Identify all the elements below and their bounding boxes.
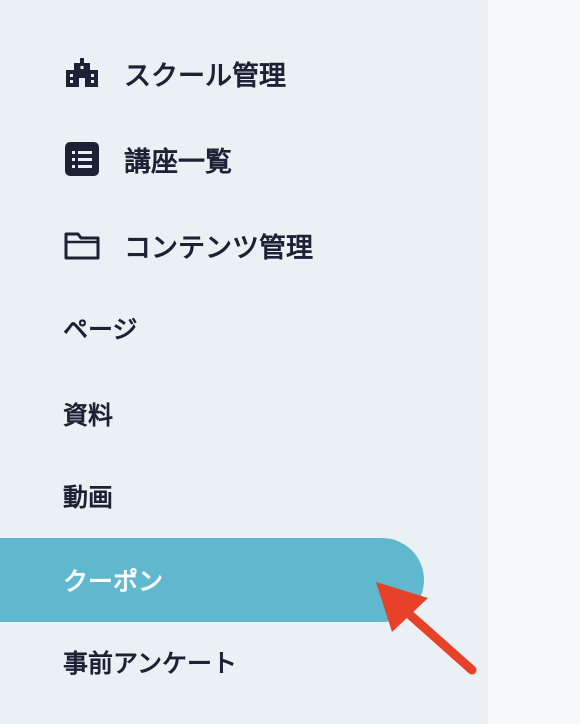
main-content-area [488, 0, 580, 724]
sidebar-item-label: 動画 [63, 483, 114, 512]
sidebar-item-videos[interactable]: 動画 [0, 466, 113, 526]
list-icon [64, 141, 100, 177]
sidebar-item-label: スクール管理 [124, 60, 286, 92]
sidebar-item-documents[interactable]: 資料 [0, 384, 113, 444]
sidebar-item-school-management[interactable]: スクール管理 [0, 43, 286, 103]
sidebar-item-page[interactable]: ページ [0, 298, 138, 358]
sidebar-item-label: コンテンツ管理 [124, 232, 313, 264]
sidebar-item-coupon[interactable]: クーポン [0, 538, 424, 622]
sidebar-item-content-management[interactable]: コンテンツ管理 [0, 215, 313, 275]
sidebar-item-label: 資料 [63, 401, 114, 430]
school-building-icon [64, 55, 100, 91]
sidebar-item-label: クーポン [63, 567, 164, 596]
sidebar-item-course-list[interactable]: 講座一覧 [0, 129, 232, 189]
sidebar-item-label: 講座一覧 [124, 146, 232, 178]
sidebar-item-pre-survey[interactable]: 事前アンケート [0, 632, 237, 692]
sidebar-item-label: 事前アンケート [63, 649, 238, 678]
sidebar-item-label: ページ [63, 315, 138, 344]
annotation-arrow-icon [376, 582, 477, 675]
folder-icon [64, 227, 100, 263]
